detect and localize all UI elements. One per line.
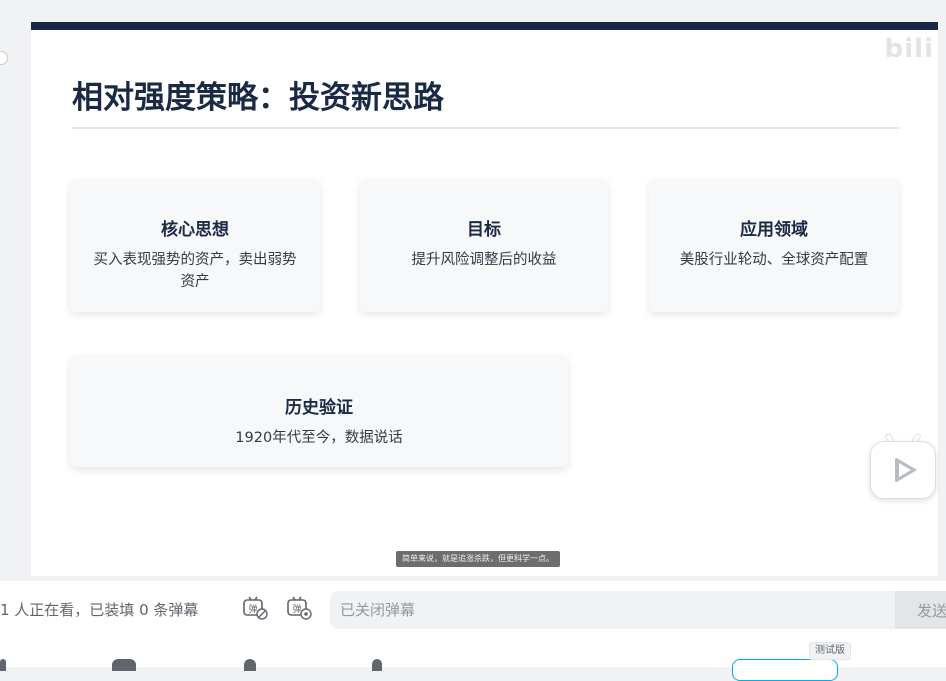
- danmaku-input[interactable]: [330, 591, 896, 629]
- toolbar-row: 测试版: [0, 639, 946, 681]
- card-body: 提升风险调整后的收益: [411, 252, 557, 268]
- card-body: 美股行业轮动、全球资产配置: [679, 252, 869, 268]
- like-icon[interactable]: [0, 659, 6, 671]
- play-icon-inner: [899, 463, 911, 477]
- card-body: 买入表现强势的资产，卖出弱势资产: [93, 252, 297, 290]
- card-heading: 历史验证: [285, 398, 353, 418]
- danmaku-settings-icon[interactable]: 弹: [286, 595, 312, 621]
- card-heading: 目标: [467, 220, 501, 240]
- send-danmaku-button[interactable]: 发送: [895, 591, 946, 629]
- card-body: 1920年代至今，数据说话: [235, 430, 403, 446]
- left-rail: [0, 20, 18, 580]
- favorite-icon[interactable]: [244, 659, 256, 671]
- title-divider: [72, 127, 899, 129]
- coin-icon[interactable]: [112, 659, 136, 671]
- viewer-count: 1 人正在看，已装填 0 条弹幕: [0, 601, 199, 619]
- action-pill-button[interactable]: [732, 659, 838, 681]
- beta-badge: 测试版: [809, 642, 851, 660]
- card-history: 历史验证 1920年代至今，数据说话: [70, 355, 568, 467]
- svg-text:弹: 弹: [292, 603, 301, 615]
- player-window: bili 相对强度策略：投资新思路 核心思想 买入表现强势的资产，卖出弱势资产 …: [0, 0, 946, 681]
- tv-body: [870, 441, 936, 499]
- subtitle-caption: 简单来说，就是追涨杀跌，但更科学一点。: [396, 551, 560, 567]
- danmaku-toggle-icon[interactable]: 弹: [242, 595, 268, 621]
- svg-text:弹: 弹: [248, 603, 257, 615]
- slide-title: 相对强度策略：投资新思路: [72, 80, 444, 116]
- card-heading: 应用领域: [740, 220, 808, 240]
- video-area[interactable]: bili 相对强度策略：投资新思路 核心思想 买入表现强势的资产，卖出弱势资产 …: [31, 22, 938, 576]
- share-icon[interactable]: [372, 659, 382, 671]
- card-core-idea: 核心思想 买入表现强势的资产，卖出弱势资产: [70, 179, 320, 312]
- card-application: 应用领域 美股行业轮动、全球资产配置: [649, 179, 899, 312]
- left-handle-icon[interactable]: [0, 51, 8, 65]
- danmaku-bar: 1 人正在看，已装填 0 条弹幕 弹 弹 发送: [0, 581, 946, 639]
- card-heading: 核心思想: [161, 220, 229, 240]
- watermark-logo: bili: [884, 34, 934, 64]
- card-goal: 目标 提升风险调整后的收益: [360, 179, 608, 312]
- slide-top-bar: [31, 22, 938, 30]
- mini-tv-play-icon[interactable]: [868, 432, 938, 501]
